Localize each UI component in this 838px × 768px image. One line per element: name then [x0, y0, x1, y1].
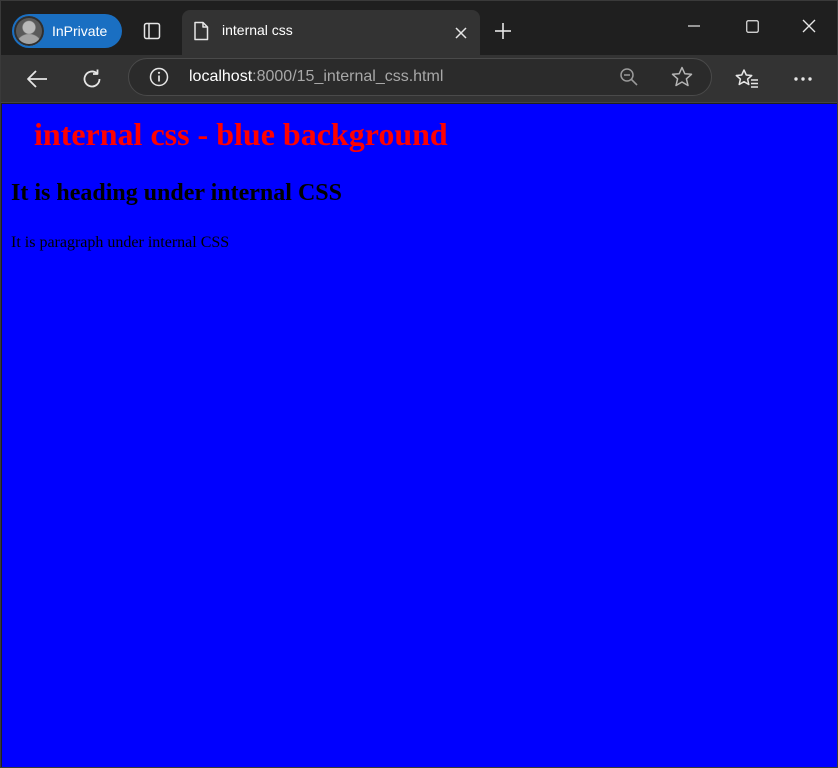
navigation-toolbar: localhost:8000/15_internal_css.html: [1, 55, 837, 103]
url-host: localhost: [189, 68, 253, 85]
close-tab-button[interactable]: [450, 22, 472, 44]
favorites-button[interactable]: [731, 63, 763, 95]
minimize-icon: [688, 25, 700, 27]
close-icon: [802, 19, 816, 33]
favorites-icon: [735, 69, 758, 88]
url-path: :8000/15_internal_css.html: [252, 68, 444, 85]
page-paragraph: It is paragraph under internal CSS: [11, 234, 230, 251]
more-button[interactable]: [787, 63, 819, 95]
refresh-icon: [83, 69, 101, 88]
inprivate-badge[interactable]: InPrivate: [12, 14, 122, 48]
close-icon: [455, 27, 467, 39]
maximize-button[interactable]: [732, 11, 772, 41]
new-tab-button[interactable]: [490, 18, 516, 44]
tab-title: internal css: [222, 22, 293, 38]
active-tab[interactable]: internal css: [182, 10, 480, 55]
back-button[interactable]: [21, 63, 53, 95]
inprivate-label: InPrivate: [52, 23, 108, 39]
avatar-icon: [14, 16, 44, 46]
maximize-icon: [745, 19, 759, 33]
url-text[interactable]: localhost:8000/15_internal_css.html: [189, 68, 443, 86]
title-bar: InPrivate internal css: [1, 1, 837, 55]
refresh-button[interactable]: [76, 63, 108, 95]
minimize-button[interactable]: [674, 11, 714, 41]
page-viewport: internal css - blue background It is hea…: [2, 104, 837, 767]
zoom-out-icon[interactable]: [619, 67, 639, 87]
back-arrow-icon: [27, 70, 47, 88]
page-heading: internal css - blue background: [34, 116, 448, 152]
page-icon: [194, 21, 209, 41]
star-icon[interactable]: [671, 66, 693, 88]
tab-actions-icon: [143, 22, 161, 40]
page-subheading: It is heading under internal CSS: [11, 180, 342, 206]
plus-icon: [495, 23, 511, 39]
more-icon: [794, 77, 812, 81]
address-bar[interactable]: localhost:8000/15_internal_css.html: [128, 58, 712, 96]
info-icon[interactable]: [149, 67, 169, 87]
browser-window: InPrivate internal css localhost:8000/15…: [0, 0, 838, 768]
tab-actions-button[interactable]: [137, 17, 167, 45]
close-window-button[interactable]: [789, 11, 829, 41]
